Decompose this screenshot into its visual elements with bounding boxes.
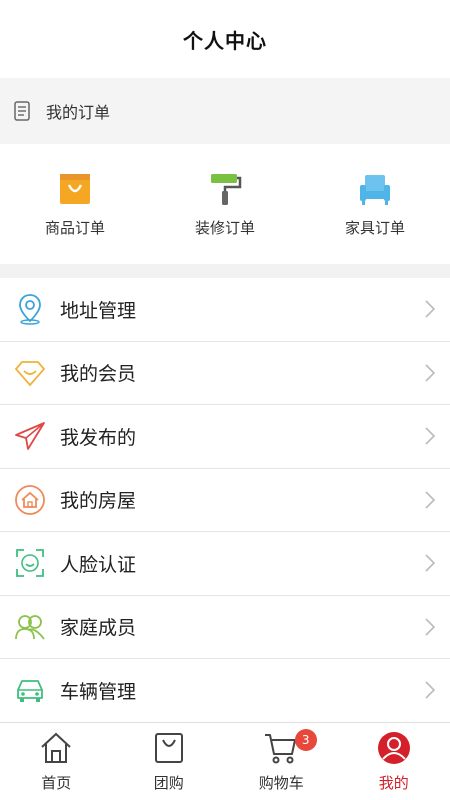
goods-orders-button[interactable]: 商品订单 [0,144,150,264]
settings-menu: 地址管理 我的会员 我发布的 我的房屋 人脸认证 家庭成员 车辆管理 [0,278,450,723]
menu-item-label: 家庭成员 [60,617,137,640]
menu-item-label: 车辆管理 [60,680,137,703]
bag-icon [151,730,187,766]
furniture-orders-button[interactable]: 家具订单 [300,144,450,264]
bottom-tab-bar: 首页 团购 3 购物车 我的 [0,722,450,800]
sofa-icon [357,171,393,207]
document-icon [14,100,32,122]
face-scan-icon [14,547,46,579]
menu-item-label: 人脸认证 [60,553,137,576]
my-orders-label: 我的订单 [46,103,111,122]
section-divider [0,264,450,278]
menu-item-face-auth[interactable]: 人脸认证 [0,532,450,596]
tab-label: 购物车 [258,774,304,792]
menu-item-label: 我发布的 [60,426,137,449]
furniture-orders-label: 家具订单 [344,218,405,237]
family-icon [14,611,46,643]
tab-cart[interactable]: 3 购物车 [225,723,338,800]
paint-roller-icon [207,171,243,207]
tab-group-buy[interactable]: 团购 [113,723,226,800]
menu-item-label: 我的会员 [60,363,137,386]
user-icon [376,730,412,766]
shopping-bag-icon [57,171,93,207]
menu-item-membership[interactable]: 我的会员 [0,342,450,405]
order-types: 商品订单 装修订单 家具订单 [0,144,450,264]
home-icon [38,730,74,766]
cart-icon [263,730,299,766]
my-orders-header[interactable]: 我的订单 [0,78,450,144]
house-icon [14,484,46,516]
goods-orders-label: 商品订单 [44,218,105,237]
tab-mine[interactable]: 我的 [338,723,450,800]
page-title: 个人中心 [183,28,267,53]
location-pin-icon [14,293,46,325]
chevron-right-icon [424,363,436,383]
chevron-right-icon [424,617,436,637]
diamond-icon [14,357,46,389]
page-header: 个人中心 [0,0,450,78]
chevron-right-icon [424,553,436,573]
menu-item-my-house[interactable]: 我的房屋 [0,469,450,532]
car-icon [14,674,46,706]
menu-item-vehicles[interactable]: 车辆管理 [0,659,450,723]
menu-item-label: 我的房屋 [60,490,137,513]
tab-label: 我的 [378,774,409,792]
tab-label: 首页 [41,774,72,792]
renovation-orders-label: 装修订单 [194,218,255,237]
chevron-right-icon [424,299,436,319]
tab-label: 团购 [153,774,184,792]
renovation-orders-button[interactable]: 装修订单 [150,144,300,264]
tab-home[interactable]: 首页 [0,723,113,800]
paper-plane-icon [14,420,46,452]
chevron-right-icon [424,426,436,446]
menu-item-family[interactable]: 家庭成员 [0,596,450,659]
chevron-right-icon [424,490,436,510]
menu-item-label: 地址管理 [60,299,137,322]
chevron-right-icon [424,680,436,700]
cart-count-badge: 3 [294,729,317,751]
menu-item-my-posts[interactable]: 我发布的 [0,405,450,469]
menu-item-address[interactable]: 地址管理 [0,278,450,342]
